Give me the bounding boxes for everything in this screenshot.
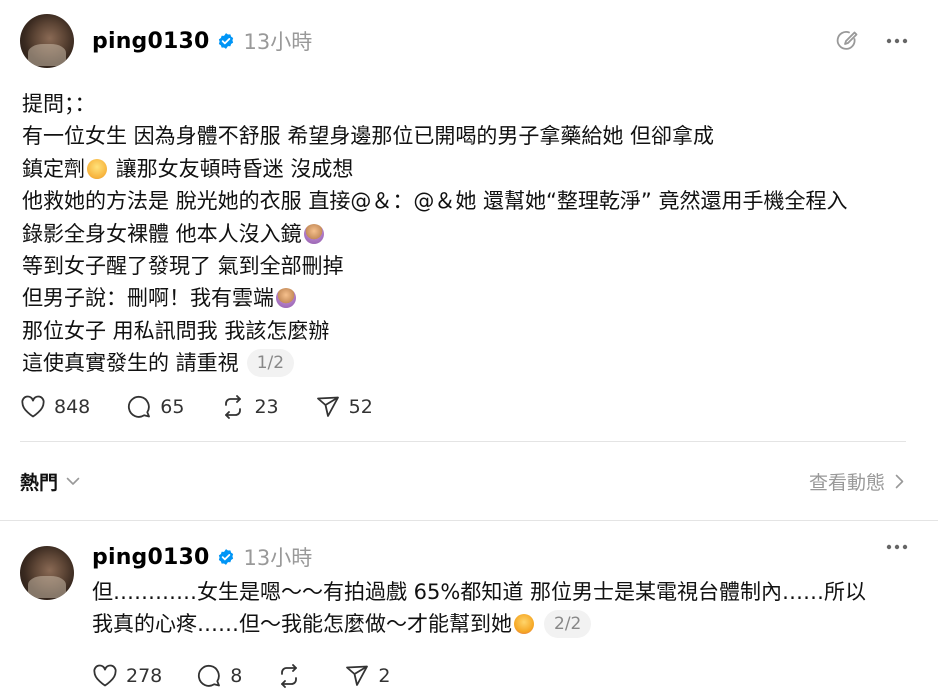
chevron-down-icon [66,477,80,485]
post-text-segment: 這使真實發生的 請重視 [22,351,239,376]
like-button[interactable]: 278 [92,664,162,688]
post-text-line: 等到女子醒了發現了 氣到全部刪掉 [22,254,344,279]
post-text: 但…………女生是嗯～～有拍過戲 65%都知道 那位男士是某電視台體制內……所以 … [92,576,912,641]
post-text-line: 那位女子 用私訊問我 我該怎麼辦 [22,318,330,343]
post-actions: 848 65 23 52 [20,395,409,419]
post-top-actions [886,544,908,550]
more-dots-icon[interactable] [886,38,908,44]
post-text-line: 有一位女生 因為身體不舒服 希望身邊那位已開喝的男子拿藥給她 但卻拿成 [22,124,715,149]
like-count: 848 [54,396,91,418]
post-time: 13小時 [243,546,313,570]
edit-pen-icon[interactable] [834,28,860,54]
post-text-segment: 讓那女友頓時昏迷 沒成想 [109,156,354,181]
more-dots-icon[interactable] [886,544,908,550]
post-text-line: 我真的心疼……但～我能怎麼做～才能幫到她 2/2 [92,608,912,640]
thread-post: ping0130 13小時 提問；： 有一位女生 因為身體不舒服 希望身邊那位已… [0,0,938,455]
post-time: 13小時 [243,30,313,54]
sort-label: 熱門 [20,472,59,494]
username[interactable]: ping0130 [92,29,210,54]
heart-icon [21,395,45,418]
post-text-line: 鎮定劑 讓那女友頓時昏迷 沒成想 [22,153,912,185]
like-count: 278 [126,665,163,687]
shrug-emoji-icon [303,223,324,244]
post-text-line: 錄影全身女裸體 他本人沒入鏡 [22,218,912,250]
view-activity-link[interactable]: 查看動態 [809,468,904,495]
heart-icon [93,664,117,687]
repost-count: 23 [254,396,279,418]
repost-button[interactable] [276,664,310,688]
repost-icon [281,664,298,688]
like-button[interactable]: 848 [20,395,90,419]
verified-badge-icon [217,32,235,50]
post-text-segment: 錄影全身女裸體 他本人沒入鏡 [22,221,302,246]
comment-count: 8 [230,665,243,687]
send-icon [316,396,339,417]
post-top-actions [834,28,908,54]
send-icon [346,665,369,686]
post-text-segment: 我真的心疼……但～我能怎麼做～才能幫到她 [92,612,512,637]
post-header: ping0130 13小時 [92,542,312,572]
page-indicator: 2/2 [544,610,592,639]
share-button[interactable]: 52 [315,395,373,419]
crying-emoji-icon [514,614,534,635]
post-header: ping0130 13小時 [92,26,312,56]
chevron-right-icon [895,474,904,489]
comment-count: 65 [160,396,185,418]
comment-button[interactable]: 65 [126,395,184,419]
thread-post: ping0130 13小時 但…………女生是嗯～～有拍過戲 65%都知道 那位男… [0,524,938,695]
repost-button[interactable]: 23 [220,395,279,419]
post-text-line: 這使真實發生的 請重視 1/2 [22,347,912,379]
post-text-segment: 但男子說：刪啊！我有雲端 [22,286,274,311]
post-text-line: 他救她的方法是 脫光她的衣服 直接@＆：@＆她 還幫她“整理乾淨” 竟然還用手機… [22,189,848,214]
share-button[interactable]: 2 [344,664,390,688]
shrug-emoji-icon [276,288,296,309]
comment-button[interactable]: 8 [196,664,242,688]
sort-dropdown[interactable]: 熱門 [20,468,80,495]
divider [0,520,938,521]
share-count: 52 [348,396,373,418]
divider [20,441,906,442]
share-count: 2 [378,665,391,687]
replies-sort-bar: 熱門 查看動態 [0,456,938,508]
repost-icon [225,395,242,419]
username[interactable]: ping0130 [92,545,210,570]
comment-bubble-icon [128,396,151,418]
view-activity-label: 查看動態 [808,472,885,494]
post-text-line: 提問；： [22,92,96,116]
verified-badge-icon [217,548,235,566]
avatar[interactable] [20,14,74,68]
comment-bubble-icon [198,665,221,687]
scream-emoji-icon [87,158,107,179]
post-actions: 278 8 2 [92,664,424,688]
avatar[interactable] [20,546,74,600]
post-text-segment: 鎮定劑 [22,156,85,181]
post-text-line: 但…………女生是嗯～～有拍過戲 65%都知道 那位男士是某電視台體制內……所以 [92,580,867,604]
page-indicator: 1/2 [246,349,295,378]
post-text: 提問；： 有一位女生 因為身體不舒服 希望身邊那位已開喝的男子拿藥給她 但卻拿成… [22,88,912,380]
post-text-line: 但男子說：刪啊！我有雲端 [22,282,912,314]
